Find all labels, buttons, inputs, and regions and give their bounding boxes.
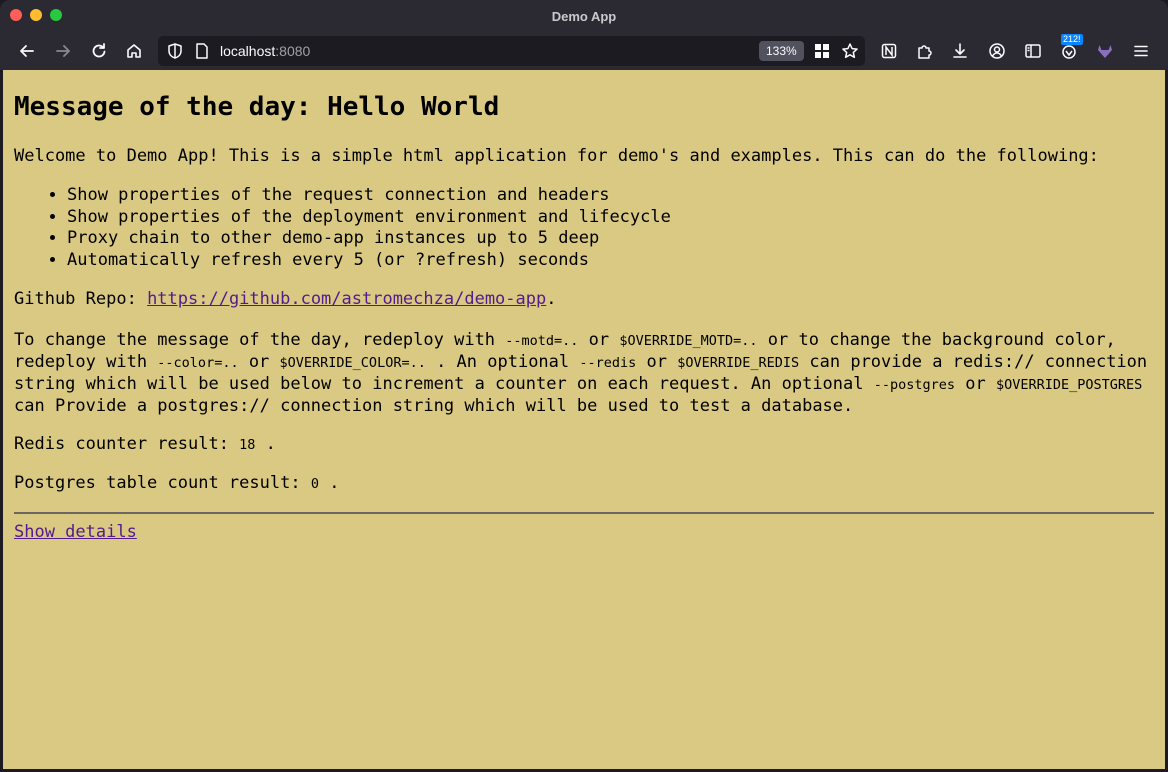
list-item: Proxy chain to other demo-app instances … — [67, 228, 1154, 250]
postgres-suffix: . — [318, 472, 340, 493]
grid-icon[interactable] — [813, 42, 831, 60]
window-title: Demo App — [551, 8, 617, 24]
change-text: or — [636, 351, 678, 372]
sidebar-button[interactable] — [1019, 37, 1047, 65]
motd-env: $OVERRIDE_MOTD=.. — [619, 332, 758, 349]
redis-label: Redis counter result: — [14, 433, 240, 454]
page-title: Message of the day: Hello World — [14, 92, 500, 122]
postgres-env: $OVERRIDE_POSTGRES — [995, 376, 1143, 393]
account-button[interactable] — [983, 37, 1011, 65]
minimize-window-button[interactable] — [30, 9, 42, 21]
extensions-button[interactable] — [911, 37, 939, 65]
redis-result: Redis counter result: 18 . — [14, 434, 1154, 456]
menu-icon — [1134, 45, 1148, 57]
reload-icon — [92, 43, 106, 58]
redis-suffix: . — [255, 433, 276, 454]
change-text: can Provide a postgres:// connection str… — [14, 395, 854, 416]
zoom-level-badge[interactable]: 133% — [759, 41, 804, 61]
home-icon — [127, 44, 141, 58]
url-text[interactable]: localhost:8080 — [220, 43, 310, 59]
sidebar-icon — [1025, 44, 1041, 58]
page-icon[interactable] — [194, 42, 210, 60]
menu-button[interactable] — [1127, 37, 1155, 65]
notion-extension-button[interactable] — [875, 37, 903, 65]
postgres-value: 0 — [310, 475, 319, 492]
downloads-button[interactable] — [946, 37, 974, 65]
maximize-window-button[interactable] — [50, 9, 62, 21]
show-details-link[interactable]: Show details — [14, 522, 137, 543]
extension-badge-count: 212! — [1061, 34, 1083, 45]
redis-flag: --redis — [579, 354, 637, 371]
window-controls — [10, 9, 62, 21]
page-content: Message of the day: Hello World Welcome … — [3, 70, 1165, 769]
url-host: localhost — [220, 43, 276, 59]
redis-value: 18 — [239, 436, 256, 453]
intro-text: Welcome to Demo App! This is a simple ht… — [14, 146, 1099, 166]
shield-icon[interactable] — [166, 42, 184, 60]
repo-label: Github Repo: — [14, 288, 148, 309]
back-icon — [20, 45, 34, 57]
title-bar: Demo App — [0, 0, 1168, 32]
repo-suffix: . — [546, 288, 557, 309]
change-text: or — [955, 373, 996, 394]
forward-button[interactable] — [49, 37, 77, 65]
change-text: or — [578, 329, 620, 350]
home-button[interactable] — [120, 37, 148, 65]
download-icon — [953, 43, 967, 58]
star-icon[interactable] — [841, 42, 859, 60]
list-item: Automatically refresh every 5 (or ?refre… — [67, 250, 1154, 272]
browser-toolbar: localhost:8080 133% 212! — [0, 32, 1168, 70]
repo-paragraph: Github Repo: https://github.com/astromec… — [14, 289, 1154, 310]
repo-link[interactable]: https://github.com/astromechza/demo-app — [147, 289, 546, 309]
reload-button[interactable] — [85, 37, 113, 65]
feature-list: Show properties of the request connectio… — [14, 185, 1154, 272]
extensions-icon — [918, 45, 932, 59]
color-flag: --color=.. — [157, 354, 239, 371]
divider — [14, 511, 1154, 514]
postgres-flag: --postgres — [873, 376, 956, 393]
back-button[interactable] — [13, 37, 41, 65]
account-icon — [989, 43, 1005, 59]
redis-env: $OVERRIDE_REDIS — [677, 354, 800, 371]
close-window-button[interactable] — [10, 9, 22, 21]
change-text: To change the message of the day, redepl… — [14, 329, 506, 350]
color-env: $OVERRIDE_COLOR=.. — [279, 354, 426, 371]
postgres-label: Postgres table count result: — [14, 472, 311, 493]
postgres-result: Postgres table count result: 0 . — [14, 473, 1154, 495]
gitlab-extension-button[interactable] — [1091, 37, 1119, 65]
address-bar[interactable]: localhost:8080 133% — [158, 36, 865, 66]
list-item: Show properties of the request connectio… — [67, 185, 1154, 207]
list-item: Show properties of the deployment enviro… — [67, 207, 1154, 229]
change-text: or — [238, 351, 280, 372]
notion-icon — [881, 43, 897, 59]
forward-icon — [56, 45, 70, 57]
url-port: :8080 — [275, 43, 311, 59]
change-instructions: To change the message of the day, redepl… — [14, 330, 1154, 417]
gitlab-icon — [1098, 45, 1112, 58]
motd-flag: --motd=.. — [505, 332, 579, 349]
browser-window: Demo App localhost:8080 133% 212! Messag… — [0, 0, 1168, 772]
change-text: . An optional — [425, 351, 580, 372]
